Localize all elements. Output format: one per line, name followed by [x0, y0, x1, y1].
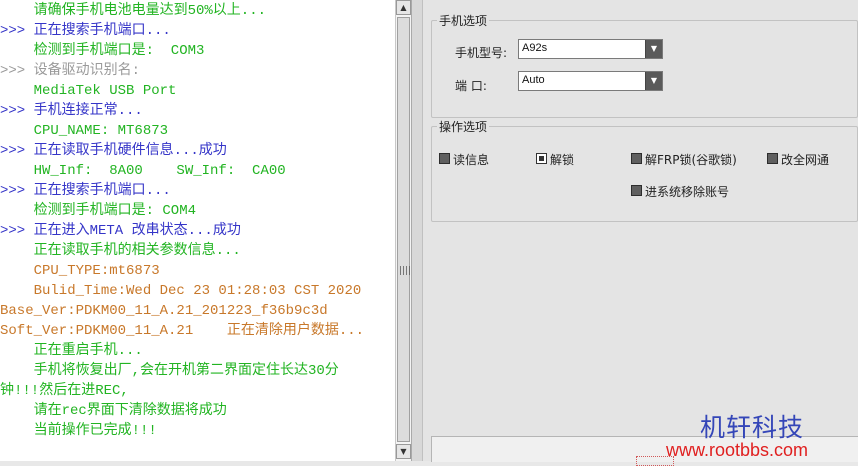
- port-label: 端 口:: [455, 79, 487, 93]
- full-network-label: 改全网通: [781, 153, 830, 167]
- model-label: 手机型号:: [455, 46, 508, 60]
- port-select[interactable]: Auto ▼: [518, 71, 663, 91]
- scroll-thumb[interactable]: ||||: [397, 17, 412, 442]
- log-line: >>> 正在搜索手机端口...: [0, 23, 171, 39]
- log-line: 当前操作已完成!!!: [0, 423, 157, 439]
- log-line: >>> 正在读取手机硬件信息...成功: [0, 143, 227, 159]
- log-line: 请在rec界面下清除数据将成功: [0, 403, 227, 419]
- watermark-company: 机轩科技: [700, 413, 805, 442]
- grip-icon: ||||: [399, 266, 412, 276]
- unlock-label: 解锁: [550, 153, 575, 167]
- remove-account-label: 进系统移除账号: [645, 185, 730, 199]
- log-line: CPU_TYPE:mt6873: [0, 263, 160, 279]
- chevron-down-icon[interactable]: ▼: [645, 72, 662, 90]
- frp-unlock-label: 解FRP锁(谷歌锁): [645, 153, 737, 167]
- log-line: >>> 正在进入META 改串状态...成功: [0, 223, 241, 239]
- checkbox-icon[interactable]: [536, 153, 547, 164]
- phone-options-title: 手机选项: [437, 12, 490, 29]
- log-line: Bulid_Time:Wed Dec 23 01:28:03 CST 2020: [0, 283, 362, 299]
- log-line: 请确保手机电池电量达到50%以上...: [0, 3, 267, 19]
- log-output[interactable]: 请确保手机电池电量达到50%以上... >>> 正在搜索手机端口... 检测到手机…: [0, 0, 395, 461]
- log-line: 检测到手机端口是: COM3: [0, 43, 205, 59]
- operation-options-title: 操作选项: [437, 118, 490, 135]
- checkbox-icon[interactable]: [439, 153, 450, 164]
- checkbox-icon[interactable]: [767, 153, 778, 164]
- log-line: 正在重启手机...: [0, 343, 143, 359]
- model-value: A92s: [522, 42, 548, 54]
- operation-options-group: 操作选项 读信息 解锁 解FRP锁(谷歌锁) 改全网通 进系统移除账号: [431, 118, 858, 222]
- log-scrollbar[interactable]: ▲ |||| ▼: [395, 0, 412, 461]
- scroll-down-button[interactable]: ▼: [396, 444, 411, 459]
- log-line: >>> 手机连接正常...: [0, 103, 143, 119]
- port-value: Auto: [522, 74, 545, 86]
- log-line: 钟!!!然后在进REC,: [0, 383, 129, 399]
- options-panel: 手机选项 手机型号: A92s ▼ 端 口: Auto ▼ 操作选项 读信息 解…: [423, 0, 858, 461]
- phone-options-group: 手机选项 手机型号: A92s ▼ 端 口: Auto ▼: [431, 12, 858, 118]
- triangle-up-icon: ▲: [400, 3, 407, 12]
- log-line: 检测到手机端口是: COM4: [0, 203, 197, 219]
- log-line: 正在读取手机的相关参数信息...: [0, 243, 241, 259]
- checkbox-icon[interactable]: [631, 153, 642, 164]
- model-select[interactable]: A92s ▼: [518, 39, 663, 59]
- log-line: MediaTek USB Port: [0, 83, 177, 99]
- log-line: >>> 设备驱动识别名:: [0, 63, 141, 79]
- log-line: Soft_Ver:PDKM00_11_A.21 正在清除用户数据...: [0, 323, 365, 339]
- log-line: 手机将恢复出厂,会在开机第二界面定住长达30分: [0, 363, 339, 379]
- checkbox-icon[interactable]: [631, 185, 642, 196]
- watermark-url: www.rootbbs.com: [666, 440, 809, 460]
- log-line: HW_Inf: 8A00 SW_Inf: CA00: [0, 163, 286, 179]
- read-info-label: 读信息: [453, 153, 490, 167]
- log-line: >>> 正在搜索手机端口...: [0, 183, 171, 199]
- panel-splitter[interactable]: [412, 0, 423, 461]
- log-line: Base_Ver:PDKM00_11_A.21_201223_f36b9c3d: [0, 303, 328, 319]
- scroll-up-button[interactable]: ▲: [396, 0, 411, 15]
- triangle-down-icon: ▼: [400, 447, 407, 456]
- chevron-down-icon[interactable]: ▼: [645, 40, 662, 58]
- log-line: CPU_NAME: MT6873: [0, 123, 169, 139]
